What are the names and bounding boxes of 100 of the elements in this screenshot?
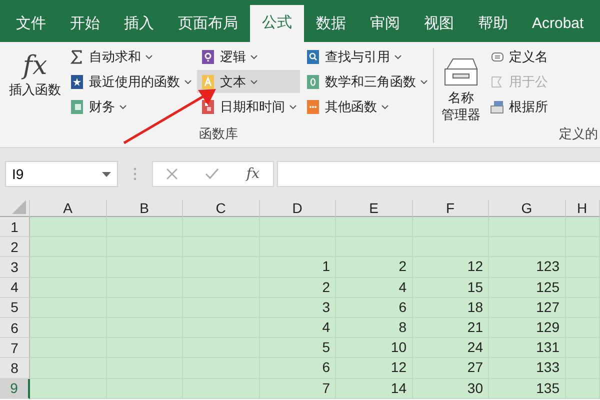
name-box[interactable]: I9 — [5, 161, 118, 187]
ribbon-tab[interactable]: 视图 — [412, 6, 466, 42]
table-cell[interactable]: 131 — [489, 338, 566, 358]
insert-function-button[interactable]: fx — [246, 166, 260, 182]
table-cell[interactable] — [106, 217, 183, 238]
table-cell[interactable]: 125 — [489, 278, 566, 298]
row-header[interactable]: 6 — [0, 318, 30, 338]
column-header[interactable]: C — [183, 200, 260, 217]
table-cell[interactable]: 10 — [336, 338, 412, 358]
row-header[interactable]: 4 — [0, 278, 30, 298]
table-cell[interactable] — [30, 358, 106, 378]
row-header[interactable]: 9 — [0, 378, 30, 399]
defined-name-button[interactable]: 定义名 — [486, 45, 551, 68]
function-category-button[interactable]: 文本 — [197, 70, 300, 93]
table-cell[interactable]: 21 — [412, 318, 489, 338]
function-category-button[interactable]: 数学和三角函数 — [302, 70, 431, 93]
table-cell[interactable] — [336, 217, 412, 238]
table-cell[interactable] — [489, 217, 566, 238]
ribbon-tab[interactable]: 页面布局 — [166, 6, 250, 42]
table-cell[interactable]: 6 — [260, 358, 336, 378]
row-header[interactable]: 8 — [0, 358, 30, 378]
ribbon-tab[interactable]: 数据 — [304, 6, 358, 42]
dropdown-arrow-icon — [102, 172, 111, 176]
table-cell[interactable] — [30, 318, 106, 338]
table-cell[interactable]: 133 — [489, 358, 566, 378]
table-cell[interactable]: 30 — [412, 378, 489, 399]
table-cell[interactable]: 12 — [336, 358, 412, 378]
chevron-icon — [119, 104, 127, 110]
table-cell[interactable] — [30, 257, 106, 278]
row-header[interactable]: 3 — [0, 257, 30, 278]
column-header[interactable]: G — [489, 200, 566, 217]
row-header[interactable]: 7 — [0, 338, 30, 358]
defined-name-button[interactable]: 根据所 — [486, 95, 551, 118]
close-icon[interactable] — [166, 168, 178, 180]
table-cell[interactable]: 5 — [260, 338, 336, 358]
table-cell[interactable] — [30, 298, 106, 318]
star-book-icon — [69, 74, 85, 90]
column-header[interactable]: H — [566, 200, 600, 217]
table-cell[interactable] — [106, 378, 183, 399]
table-cell[interactable]: 12 — [412, 257, 489, 278]
table-cell[interactable]: 7 — [260, 378, 336, 399]
table-cell[interactable] — [566, 217, 600, 238]
column-header[interactable]: F — [412, 200, 489, 217]
chevron-icon — [250, 54, 258, 60]
table-cell[interactable] — [183, 378, 260, 399]
table-cell[interactable] — [183, 217, 260, 238]
ribbon-tab[interactable]: Acrobat — [520, 6, 596, 42]
text-book-icon — [200, 74, 216, 90]
table-cell[interactable]: 4 — [260, 318, 336, 338]
ribbon-tab[interactable]: 文件 — [4, 6, 58, 42]
name-manager-button[interactable]: 名称 管理器 — [438, 45, 484, 125]
row-header[interactable]: 2 — [0, 237, 30, 258]
table-cell[interactable]: 14 — [336, 378, 412, 399]
column-header[interactable]: E — [336, 200, 412, 217]
table-cell[interactable]: 2 — [260, 278, 336, 298]
row-header[interactable]: 5 — [0, 298, 30, 318]
table-cell[interactable]: 27 — [412, 358, 489, 378]
function-category-button[interactable]: 日期和时间 — [197, 95, 300, 118]
column-header[interactable]: D — [260, 200, 336, 217]
ribbon-tab[interactable]: 帮助 — [466, 6, 520, 42]
table-cell[interactable]: 15 — [412, 278, 489, 298]
ribbon-tab[interactable]: 审阅 — [358, 6, 412, 42]
table-cell[interactable] — [260, 217, 336, 238]
table-cell[interactable] — [30, 278, 106, 298]
group-label: 函数库 — [198, 125, 239, 143]
table-cell[interactable]: 18 — [412, 298, 489, 318]
table-cell[interactable]: 24 — [412, 338, 489, 358]
table-cell[interactable]: 127 — [489, 298, 566, 318]
function-category-button[interactable]: 自动求和 — [66, 45, 195, 68]
table-cell[interactable]: 135 — [489, 378, 566, 399]
formula-input[interactable] — [277, 161, 600, 187]
table-cell[interactable] — [30, 338, 106, 358]
function-category-button[interactable]: 最近使用的函数 — [66, 70, 195, 93]
column-header[interactable]: B — [106, 200, 183, 217]
table-cell[interactable]: 6 — [336, 298, 412, 318]
row-header[interactable]: 1 — [0, 217, 30, 238]
column-header[interactable]: A — [30, 200, 106, 217]
ribbon-tab[interactable]: 开始 — [58, 6, 112, 42]
table-cell[interactable]: 4 — [336, 278, 412, 298]
table-cell[interactable]: 3 — [260, 298, 336, 318]
table-cell[interactable] — [30, 237, 106, 258]
function-category-button[interactable]: 其他函数 — [302, 95, 431, 118]
table-cell[interactable]: 129 — [489, 318, 566, 338]
function-category-button[interactable]: 逻辑 — [197, 45, 300, 68]
table-cell[interactable]: 2 — [336, 257, 412, 278]
function-category-button[interactable]: 查找与引用 — [302, 45, 431, 68]
table-cell[interactable]: 123 — [489, 257, 566, 278]
ribbon-tab[interactable]: 公式 — [250, 5, 304, 42]
table-cell[interactable] — [412, 217, 489, 238]
ribbon-tab[interactable]: 插入 — [112, 6, 166, 42]
function-category-button[interactable]: 财务 — [66, 95, 195, 118]
insert-function-button[interactable]: fx 插入函数 — [6, 45, 64, 125]
table-cell[interactable] — [566, 378, 600, 399]
table-cell[interactable]: 8 — [336, 318, 412, 338]
select-all-corner[interactable] — [0, 200, 30, 217]
check-icon[interactable] — [205, 168, 220, 180]
math-book-icon — [305, 74, 321, 90]
table-cell[interactable]: 1 — [260, 257, 336, 278]
table-cell[interactable] — [30, 378, 106, 399]
table-cell[interactable] — [30, 217, 106, 238]
